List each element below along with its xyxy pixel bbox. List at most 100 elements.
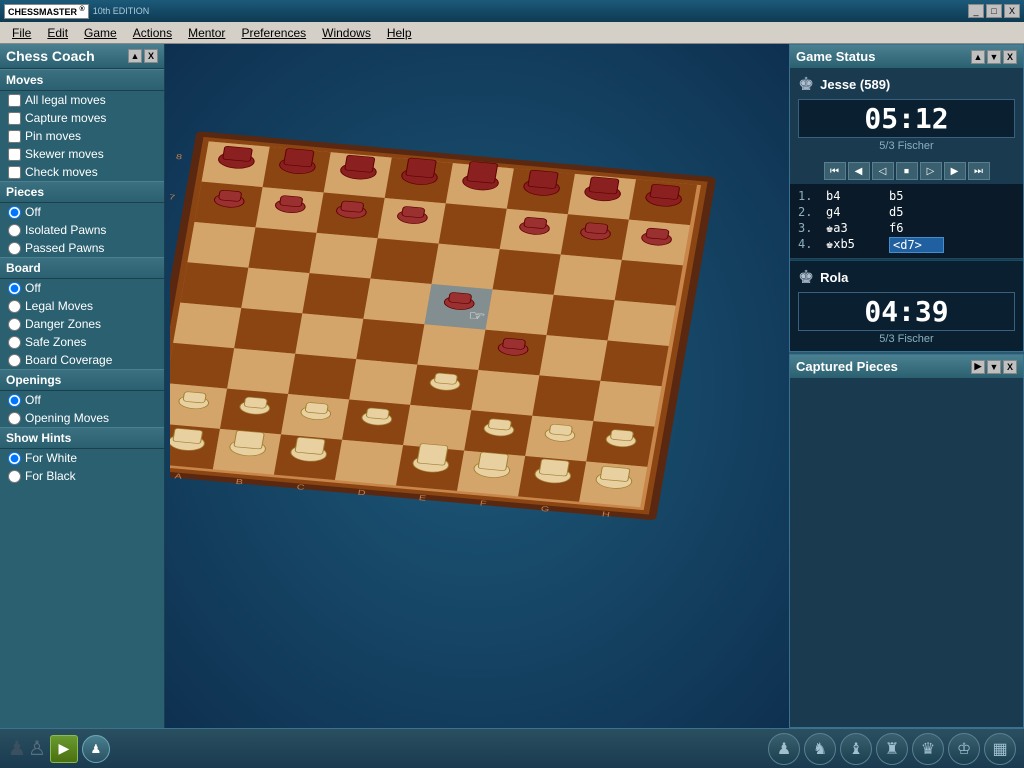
- radio-board-coverage[interactable]: [8, 354, 21, 367]
- menu-file[interactable]: File: [4, 24, 39, 42]
- radio-pieces-off[interactable]: [8, 206, 21, 219]
- radio-passed-pawns[interactable]: [8, 242, 21, 255]
- radio-danger-zones[interactable]: [8, 318, 21, 331]
- game-status-expand-button[interactable]: ▼: [987, 50, 1001, 64]
- pieces-section-header: Pieces: [0, 181, 164, 203]
- move-fwd-button[interactable]: ▷: [920, 162, 942, 180]
- app-logo: CHESSMASTER ® 10th EDITION: [4, 4, 149, 19]
- menu-help[interactable]: Help: [379, 24, 420, 42]
- radio-legal-moves[interactable]: [8, 300, 21, 313]
- player1-timer: 05:12: [798, 99, 1015, 138]
- player1-section: ♚ Jesse (589) 05:12 5/3 Fischer: [790, 68, 1023, 158]
- radio-board-off[interactable]: [8, 282, 21, 295]
- titlebar: CHESSMASTER ® 10th EDITION _ □ X: [0, 0, 1024, 22]
- move-first-button[interactable]: ⏮: [824, 162, 846, 180]
- minimize-button[interactable]: _: [968, 4, 984, 18]
- option-openings-off: Off: [0, 391, 164, 409]
- option-board-coverage: Board Coverage: [0, 351, 164, 369]
- tool-pawn-button[interactable]: ♟: [768, 733, 800, 765]
- menu-game[interactable]: Game: [76, 24, 125, 42]
- option-pieces-off: Off: [0, 203, 164, 221]
- openings-section-header: Openings: [0, 369, 164, 391]
- radio-safe-zones[interactable]: [8, 336, 21, 349]
- option-danger-zones: Danger Zones: [0, 315, 164, 333]
- maximize-button[interactable]: □: [986, 4, 1002, 18]
- captured-close-button[interactable]: X: [1003, 360, 1017, 374]
- move-list: 1. b4 b5 2. g4 d5 3. ♚a3 f6 4. ♚xb5: [790, 184, 1023, 258]
- svg-text:F: F: [479, 499, 487, 507]
- game-status-pin-button[interactable]: ▲: [971, 50, 985, 64]
- logo-text: CHESSMASTER ®: [4, 4, 89, 19]
- hint-button[interactable]: ♟: [82, 735, 110, 763]
- table-row: 4. ♚xb5 <d7>: [794, 236, 1019, 254]
- svg-text:☞: ☞: [467, 308, 487, 324]
- game-status-label: Game Status: [796, 49, 875, 64]
- logo-reg: ®: [80, 6, 85, 13]
- tool-queen-button[interactable]: ♛: [912, 733, 944, 765]
- option-safe-zones: Safe Zones: [0, 333, 164, 351]
- radio-openings-off[interactable]: [8, 394, 21, 407]
- svg-text:7: 7: [170, 193, 176, 201]
- checkbox-check-moves[interactable]: [8, 166, 21, 179]
- bottom-toolbar: ♟ ♙ ▶ ♟ ♟ ♞ ♝ ♜ ♛ ♔ ▦: [0, 728, 1024, 768]
- move-next-button[interactable]: ▶: [944, 162, 966, 180]
- menu-edit[interactable]: Edit: [39, 24, 76, 42]
- checkbox-skewer-moves[interactable]: [8, 148, 21, 161]
- menu-windows[interactable]: Windows: [314, 24, 379, 42]
- radio-for-black[interactable]: [8, 470, 21, 483]
- menu-preferences[interactable]: Preferences: [233, 24, 314, 42]
- checkbox-capture-moves[interactable]: [8, 112, 21, 125]
- option-for-black: For Black: [0, 467, 164, 485]
- svg-text:C: C: [296, 483, 306, 491]
- tool-knight-button[interactable]: ♞: [804, 733, 836, 765]
- tool-board-button[interactable]: ▦: [984, 733, 1016, 765]
- window-controls: _ □ X: [968, 4, 1020, 18]
- player1-info: ♚ Jesse (589): [798, 74, 1015, 95]
- radio-isolated-pawns[interactable]: [8, 224, 21, 237]
- bottom-left-tools: ♟ ♙ ▶ ♟: [8, 735, 110, 763]
- radio-opening-moves[interactable]: [8, 412, 21, 425]
- radio-for-white[interactable]: [8, 452, 21, 465]
- captured-collapse-button[interactable]: ▼: [987, 360, 1001, 374]
- chess-coach-close-button[interactable]: X: [144, 49, 158, 63]
- black-pawn-icon: ♟: [8, 736, 26, 761]
- option-check-moves: Check moves: [0, 163, 164, 181]
- player2-timer: 04:39: [798, 292, 1015, 331]
- captured-pieces-content: [790, 378, 1023, 394]
- option-opening-moves: Opening Moves: [0, 409, 164, 427]
- player1-name: Jesse (589): [820, 77, 890, 92]
- captured-expand-button[interactable]: ▶: [971, 360, 985, 374]
- game-status-close-button[interactable]: X: [1003, 50, 1017, 64]
- menu-mentor[interactable]: Mentor: [180, 24, 233, 42]
- tool-rook-button[interactable]: ♜: [876, 733, 908, 765]
- table-row: 3. ♚a3 f6: [794, 220, 1019, 236]
- chess-coach-panel: Chess Coach ▲ X Moves All legal moves Ca…: [0, 44, 165, 728]
- player2-section: ♚ Rola 04:39 5/3 Fischer: [790, 261, 1023, 351]
- pawn-icons: ♟ ♙: [8, 736, 46, 761]
- board-section-header: Board: [0, 257, 164, 279]
- option-legal-moves: Legal Moves: [0, 297, 164, 315]
- table-row: 1. b4 b5: [794, 188, 1019, 204]
- checkbox-all-legal-moves[interactable]: [8, 94, 21, 107]
- move-controls: ⏮ ◀ ◁ ⏹ ▷ ▶ ⏭: [790, 158, 1023, 184]
- move-stop-button[interactable]: ⏹: [896, 162, 918, 180]
- menu-actions[interactable]: Actions: [125, 24, 180, 42]
- right-panel: Game Status ▲ ▼ X ♚ Jesse (589) 05:12 5/…: [789, 44, 1024, 728]
- move-last-button[interactable]: ⏭: [968, 162, 990, 180]
- game-status-title-bar: Game Status ▲ ▼ X: [790, 45, 1023, 68]
- divider: [790, 259, 1023, 260]
- move-back-button[interactable]: ◁: [872, 162, 894, 180]
- white-pawn-icon: ♙: [28, 736, 46, 761]
- move-prev-button[interactable]: ◀: [848, 162, 870, 180]
- checkbox-pin-moves[interactable]: [8, 130, 21, 143]
- tool-king-button[interactable]: ♔: [948, 733, 980, 765]
- close-button[interactable]: X: [1004, 4, 1020, 18]
- captured-pieces-controls: ▶ ▼ X: [971, 360, 1017, 374]
- moves-section-header: Moves: [0, 69, 164, 91]
- chess-coach-collapse-button[interactable]: ▲: [128, 49, 142, 63]
- menubar: File Edit Game Actions Mentor Preference…: [0, 22, 1024, 44]
- svg-text:B: B: [235, 478, 244, 486]
- play-button[interactable]: ▶: [50, 735, 78, 763]
- tool-bishop-button[interactable]: ♝: [840, 733, 872, 765]
- player2-king-icon: ♚: [798, 267, 814, 288]
